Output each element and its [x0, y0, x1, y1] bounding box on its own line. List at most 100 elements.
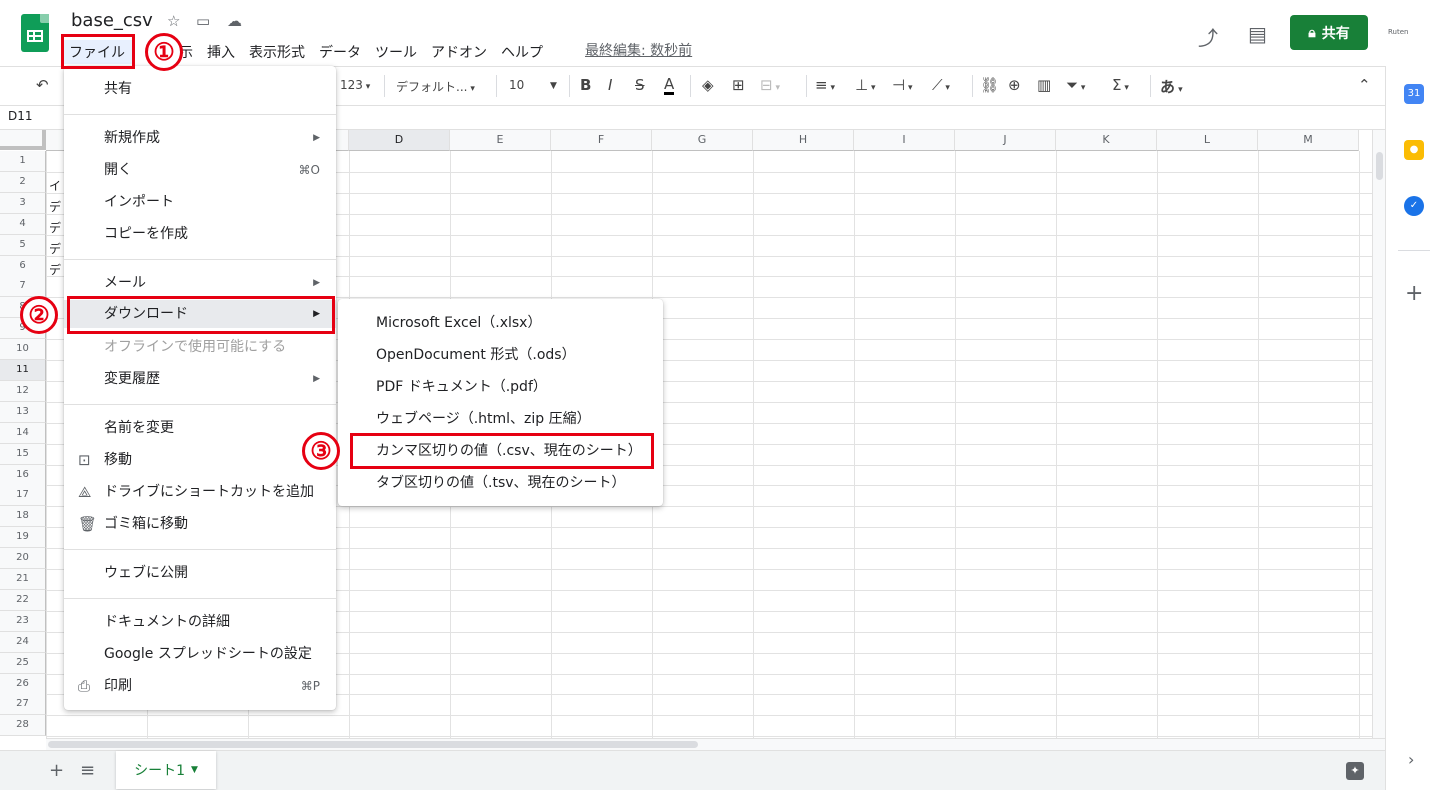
- horizontal-scroll-thumb[interactable]: [48, 741, 698, 748]
- download-html[interactable]: ウェブページ（.html、zip 圧縮）: [338, 405, 663, 433]
- cloud-status-icon[interactable]: ☁: [227, 12, 242, 30]
- menu-insert[interactable]: 挿入: [200, 40, 242, 64]
- sheet-tab[interactable]: シート1 ▼: [116, 751, 216, 789]
- row-header[interactable]: 3: [0, 192, 46, 214]
- row-header[interactable]: 27: [0, 694, 46, 716]
- cell-a6[interactable]: デ: [49, 261, 61, 278]
- align-horizontal-icon[interactable]: ≡: [815, 76, 835, 94]
- file-menu-trash[interactable]: 🗑︎ ゴミ箱に移動: [64, 510, 336, 538]
- column-header-d[interactable]: D: [349, 130, 450, 151]
- cell-a4[interactable]: デ: [49, 219, 61, 236]
- row-header[interactable]: 1: [0, 151, 46, 172]
- strikethrough-icon[interactable]: S: [635, 76, 645, 94]
- insert-chart-icon[interactable]: ▥: [1037, 76, 1051, 94]
- input-tools-dropdown[interactable]: あ: [1160, 76, 1183, 97]
- font-size-input[interactable]: 10: [509, 78, 524, 92]
- row-header[interactable]: 22: [0, 589, 46, 611]
- expand-panel-icon[interactable]: ›: [1408, 750, 1414, 769]
- column-header-l[interactable]: L: [1157, 130, 1258, 151]
- cell-a3[interactable]: デ: [49, 198, 61, 215]
- functions-icon[interactable]: Σ: [1112, 76, 1129, 94]
- row-header[interactable]: 6: [0, 255, 46, 277]
- row-header[interactable]: 28: [0, 715, 46, 737]
- row-header[interactable]: 15: [0, 443, 46, 465]
- row-header[interactable]: 17: [0, 485, 46, 507]
- menu-help[interactable]: ヘルプ: [494, 40, 550, 64]
- file-menu-make-copy[interactable]: コピーを作成: [64, 220, 336, 248]
- row-header[interactable]: 7: [0, 276, 46, 298]
- column-header-k[interactable]: K: [1056, 130, 1157, 151]
- activity-trend-icon[interactable]: ⤴: [1198, 22, 1218, 51]
- column-header-i[interactable]: I: [854, 130, 955, 151]
- insert-link-icon[interactable]: ⛓: [980, 76, 999, 94]
- select-all-corner[interactable]: [0, 130, 46, 150]
- download-ods[interactable]: OpenDocument 形式（.ods）: [338, 341, 663, 369]
- file-menu-settings[interactable]: Google スプレッドシートの設定: [64, 640, 336, 668]
- row-header[interactable]: 20: [0, 548, 46, 570]
- row-header[interactable]: 10: [0, 339, 46, 361]
- file-menu-print[interactable]: ⎙ 印刷 ⌘P: [64, 672, 336, 700]
- avatar[interactable]: Ruten: [1388, 28, 1408, 36]
- row-header[interactable]: 11: [0, 360, 46, 381]
- cell-a2[interactable]: イ: [49, 177, 61, 194]
- menu-data[interactable]: データ: [312, 40, 368, 64]
- comment-icon[interactable]: ▤: [1248, 22, 1267, 46]
- font-family-dropdown[interactable]: デフォルト...: [396, 78, 486, 95]
- row-header[interactable]: 5: [0, 234, 46, 256]
- row-header[interactable]: 4: [0, 213, 46, 235]
- file-menu-new[interactable]: 新規作成 ▶: [64, 124, 336, 152]
- column-header-e[interactable]: E: [450, 130, 551, 151]
- align-vertical-icon[interactable]: ⊥: [855, 76, 875, 94]
- file-menu-details[interactable]: ドキュメントの詳細: [64, 608, 336, 636]
- download-xlsx[interactable]: Microsoft Excel（.xlsx）: [338, 309, 663, 337]
- calendar-icon[interactable]: 31: [1404, 84, 1424, 104]
- row-header[interactable]: 23: [0, 610, 46, 632]
- row-header[interactable]: 19: [0, 527, 46, 549]
- menu-format[interactable]: 表示形式: [242, 40, 312, 64]
- merge-cells-icon[interactable]: ⊟: [760, 76, 780, 94]
- file-menu-import[interactable]: インポート: [64, 188, 336, 216]
- star-icon[interactable]: ☆: [167, 12, 180, 30]
- row-header[interactable]: 13: [0, 401, 46, 423]
- italic-icon[interactable]: I: [608, 76, 612, 94]
- row-header[interactable]: 24: [0, 631, 46, 653]
- file-menu-email[interactable]: メール ▶: [64, 269, 336, 297]
- column-header-g[interactable]: G: [652, 130, 753, 151]
- collapse-toolbar-icon[interactable]: ⌃: [1358, 76, 1371, 94]
- insert-comment-icon[interactable]: ⊕: [1008, 76, 1021, 94]
- column-header-j[interactable]: J: [955, 130, 1056, 151]
- undo-icon[interactable]: ↶: [36, 76, 49, 94]
- vertical-scroll-thumb[interactable]: [1376, 152, 1383, 180]
- row-header[interactable]: 2: [0, 171, 46, 193]
- menu-tools[interactable]: ツール: [368, 40, 424, 64]
- row-header[interactable]: 16: [0, 464, 46, 486]
- number-format-dropdown[interactable]: 123: [340, 78, 370, 92]
- add-sheet-icon[interactable]: +: [49, 760, 64, 781]
- keep-icon[interactable]: ●: [1404, 140, 1424, 160]
- vertical-scrollbar[interactable]: [1372, 130, 1385, 738]
- sheet-tab-menu-icon[interactable]: ▼: [191, 765, 198, 775]
- menu-addons[interactable]: アドオン: [424, 40, 494, 64]
- row-header[interactable]: 14: [0, 422, 46, 444]
- column-header-h[interactable]: H: [753, 130, 854, 151]
- text-rotation-icon[interactable]: ⟋: [932, 76, 950, 94]
- row-header[interactable]: 18: [0, 506, 46, 528]
- add-addon-icon[interactable]: +: [1405, 281, 1423, 306]
- last-edit-link[interactable]: 最終編集: 数秒前: [585, 40, 692, 60]
- row-header[interactable]: 26: [0, 673, 46, 695]
- file-menu-add-shortcut[interactable]: ⟁ ドライブにショートカットを追加: [64, 478, 336, 506]
- name-box[interactable]: D11: [8, 109, 33, 123]
- file-menu-version-history[interactable]: 変更履歴 ▶: [64, 365, 336, 393]
- explore-icon[interactable]: ✦: [1346, 762, 1364, 780]
- borders-icon[interactable]: ⊞: [732, 76, 745, 94]
- column-header-m[interactable]: M: [1258, 130, 1359, 151]
- share-button[interactable]: 🔒︎ 共有: [1290, 15, 1368, 50]
- sheets-logo-icon[interactable]: [21, 14, 49, 52]
- fill-color-icon[interactable]: ◈: [702, 76, 714, 94]
- row-header[interactable]: 12: [0, 380, 46, 402]
- bold-icon[interactable]: B: [580, 76, 591, 94]
- file-menu-move[interactable]: ⊡ 移動: [64, 446, 336, 474]
- text-color-icon[interactable]: A: [664, 76, 675, 95]
- file-menu-open[interactable]: 開く ⌘O: [64, 156, 336, 184]
- document-title[interactable]: base_csv: [71, 10, 153, 31]
